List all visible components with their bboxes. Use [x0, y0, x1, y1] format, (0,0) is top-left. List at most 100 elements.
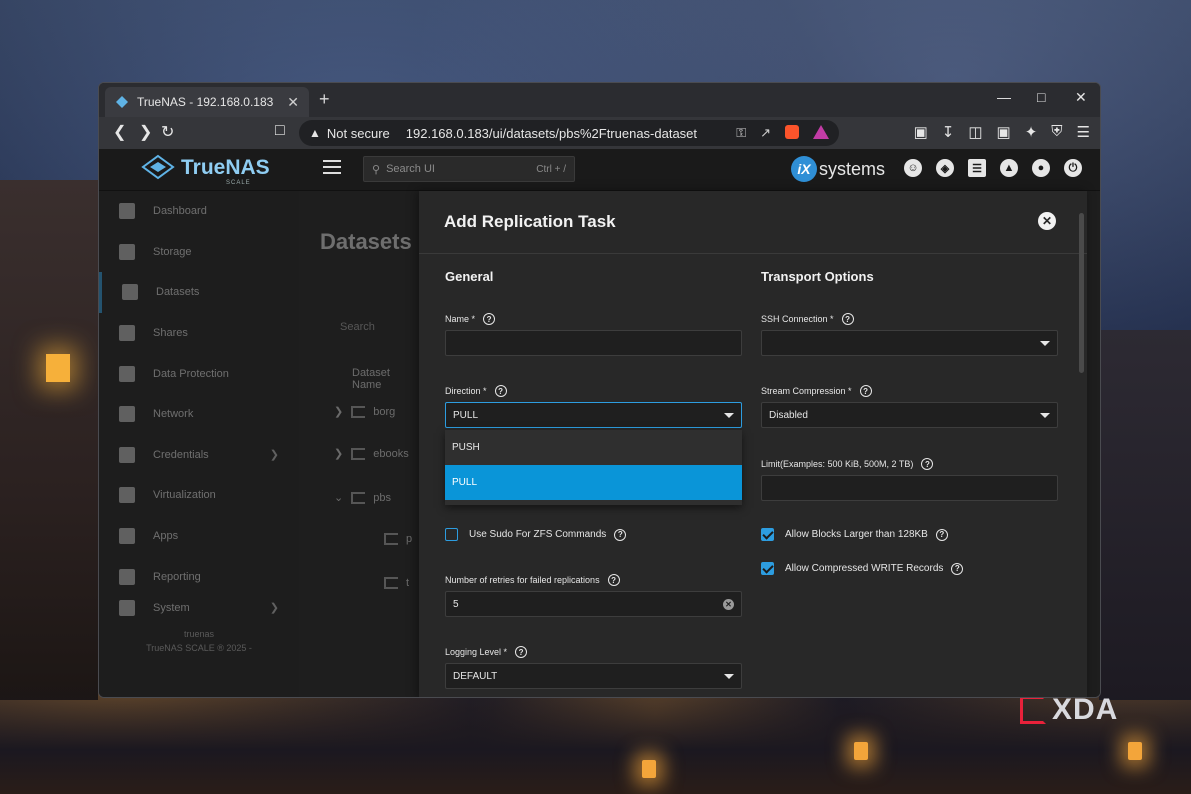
truecommand-icon[interactable]: ◈ [936, 159, 954, 177]
vpn-shield-icon[interactable]: ⛨ [1051, 123, 1062, 141]
power-icon[interactable]: ⏻ [1064, 159, 1082, 177]
retries-label: Number of retries for failed replication… [445, 574, 620, 586]
allow-compressed-write-checkbox[interactable]: Allow Compressed WRITE Records? [761, 562, 964, 575]
forward-icon[interactable]: ❯ [139, 122, 152, 142]
direction-select[interactable]: PULL [445, 402, 742, 428]
window-close-icon[interactable]: ✕ [1075, 89, 1087, 106]
stream-compression-select[interactable]: Disabled [761, 402, 1058, 428]
chevron-down-icon [1040, 340, 1050, 346]
system-icon [119, 599, 135, 616]
checkbox-box[interactable] [445, 528, 458, 541]
retries-field[interactable]: 5 ✕ [445, 591, 742, 617]
direction-option-push[interactable]: PUSH [445, 430, 742, 465]
tab-close-button[interactable]: ✕ [287, 94, 299, 111]
storage-icon [119, 243, 135, 260]
dataset-row: ❯ ebooks [334, 447, 409, 460]
datasets-page-background: Datasets Search Dataset Name ❯ borg ❯ eboo… [304, 191, 419, 697]
help-icon[interactable]: ? [607, 574, 620, 586]
sidebar-item-shares[interactable]: Shares [99, 313, 299, 354]
direction-label: Direction *? [445, 385, 507, 397]
ixsystems-logo[interactable]: iX systems [791, 156, 885, 182]
sidebar-item-credentials[interactable]: Credentials ❯ [99, 435, 299, 476]
sidebar-item-system[interactable]: System ❯ [99, 597, 299, 619]
back-icon[interactable]: ❮ [113, 122, 126, 142]
wallet-icon[interactable]: ▣ [997, 123, 1011, 141]
chevron-right-icon: ❯ [334, 448, 344, 460]
dataset-tree-icon [351, 405, 366, 418]
notifications-icon[interactable]: ▲ [1000, 159, 1018, 177]
not-secure-label[interactable]: Not secure [327, 126, 390, 141]
allow-large-blocks-checkbox[interactable]: Allow Blocks Larger than 128KB? [761, 528, 948, 541]
dataset-search: Search [340, 321, 375, 333]
bookmark-icon[interactable]: □ [275, 122, 285, 140]
use-sudo-checkbox[interactable]: Use Sudo For ZFS Commands? [445, 528, 627, 541]
screenshot-icon[interactable]: ▣ [914, 123, 928, 141]
sidebar-item-dashboard[interactable]: Dashboard [99, 191, 299, 232]
menu-icon[interactable]: ☰ [1077, 123, 1090, 141]
wallpaper-ground [0, 684, 1191, 794]
download-icon[interactable]: ↧ [942, 123, 955, 141]
help-icon[interactable]: ? [494, 385, 507, 397]
key-icon[interactable]: ⚿ [736, 125, 746, 141]
minimize-icon[interactable]: — [997, 89, 1011, 105]
wallpaper-house-right [1099, 330, 1191, 700]
chevron-down-icon [724, 673, 734, 679]
share-icon[interactable]: ↗ [760, 125, 771, 141]
leo-ai-icon[interactable]: ✦ [1025, 123, 1038, 141]
dashboard-icon [119, 203, 135, 220]
brave-shields-icon[interactable] [785, 125, 799, 139]
dataset-icon [384, 533, 398, 545]
xda-logo-icon [1020, 696, 1046, 724]
browser-tab[interactable]: TrueNAS - 192.168.0.183 ✕ [105, 87, 309, 117]
help-icon[interactable]: ? [859, 385, 872, 397]
account-icon[interactable]: ● [1032, 159, 1050, 177]
maximize-icon[interactable]: □ [1037, 89, 1045, 105]
help-icon[interactable]: ? [841, 313, 854, 325]
search-ui-input[interactable]: ⚲ Search UI Ctrl + / [363, 156, 575, 182]
address-bar-icons: ⚿ ↗ [736, 125, 829, 141]
datasets-icon [122, 284, 138, 301]
limit-field[interactable] [761, 475, 1058, 501]
help-icon[interactable]: ? [483, 313, 496, 325]
add-replication-task-panel: Add Replication Task ✕ General Transport… [419, 191, 1087, 697]
clear-icon[interactable]: ✕ [723, 598, 734, 610]
new-tab-button[interactable]: + [319, 89, 330, 110]
address-bar[interactable]: ▲ Not secure 192.168.0.183/ui/datasets/p… [299, 120, 839, 146]
modal-title: Add Replication Task [444, 212, 616, 231]
chevron-down-icon [1040, 412, 1050, 418]
reload-icon[interactable]: ↻ [161, 122, 174, 142]
url-text[interactable]: 192.168.0.183/ui/datasets/pbs%2Ftruenas-… [406, 126, 697, 141]
sidebar-item-virtualization[interactable]: Virtualization [99, 475, 299, 516]
name-field[interactable] [445, 330, 742, 356]
menu-toggle-icon[interactable] [323, 160, 341, 174]
help-icon[interactable]: ? [935, 528, 948, 541]
browser-toolbar: ❮ ❯ ↻ □ ▲ Not secure 192.168.0.183/ui/da… [99, 117, 1100, 149]
dataset-row: p [384, 533, 412, 545]
checkbox-checked[interactable] [761, 528, 774, 541]
help-icon[interactable]: ? [921, 458, 934, 470]
brave-rewards-icon[interactable] [813, 125, 829, 139]
sidebar-item-data-protection[interactable]: Data Protection [99, 353, 299, 394]
wallpaper-lantern [1128, 742, 1142, 760]
reporting-icon [119, 568, 135, 585]
sidebar-item-storage[interactable]: Storage [99, 232, 299, 273]
direction-option-pull[interactable]: PULL [445, 465, 742, 500]
search-shortcut: Ctrl + / [536, 163, 566, 175]
modal-scrollbar[interactable] [1079, 213, 1084, 373]
sidebar-item-datasets[interactable]: Datasets [99, 272, 299, 313]
sidebar-toggle-icon[interactable]: ◫ [968, 123, 982, 141]
sidebar-item-network[interactable]: Network [99, 394, 299, 435]
close-icon[interactable]: ✕ [1038, 212, 1056, 230]
help-icon[interactable]: ? [515, 646, 528, 658]
logging-level-select[interactable]: DEFAULT [445, 663, 742, 689]
xda-watermark: XDA [1020, 693, 1118, 726]
sidebar-item-reporting[interactable]: Reporting [99, 556, 299, 597]
help-icon[interactable]: ? [614, 528, 627, 541]
ssh-connection-select[interactable] [761, 330, 1058, 356]
jobs-icon[interactable]: ☰ [968, 159, 986, 177]
truenas-logo[interactable]: TrueNAS SCALE [141, 154, 270, 186]
feedback-icon[interactable]: ☺ [904, 159, 922, 177]
sidebar-item-apps[interactable]: Apps [99, 516, 299, 557]
help-icon[interactable]: ? [951, 562, 964, 575]
checkbox-checked[interactable] [761, 562, 774, 575]
